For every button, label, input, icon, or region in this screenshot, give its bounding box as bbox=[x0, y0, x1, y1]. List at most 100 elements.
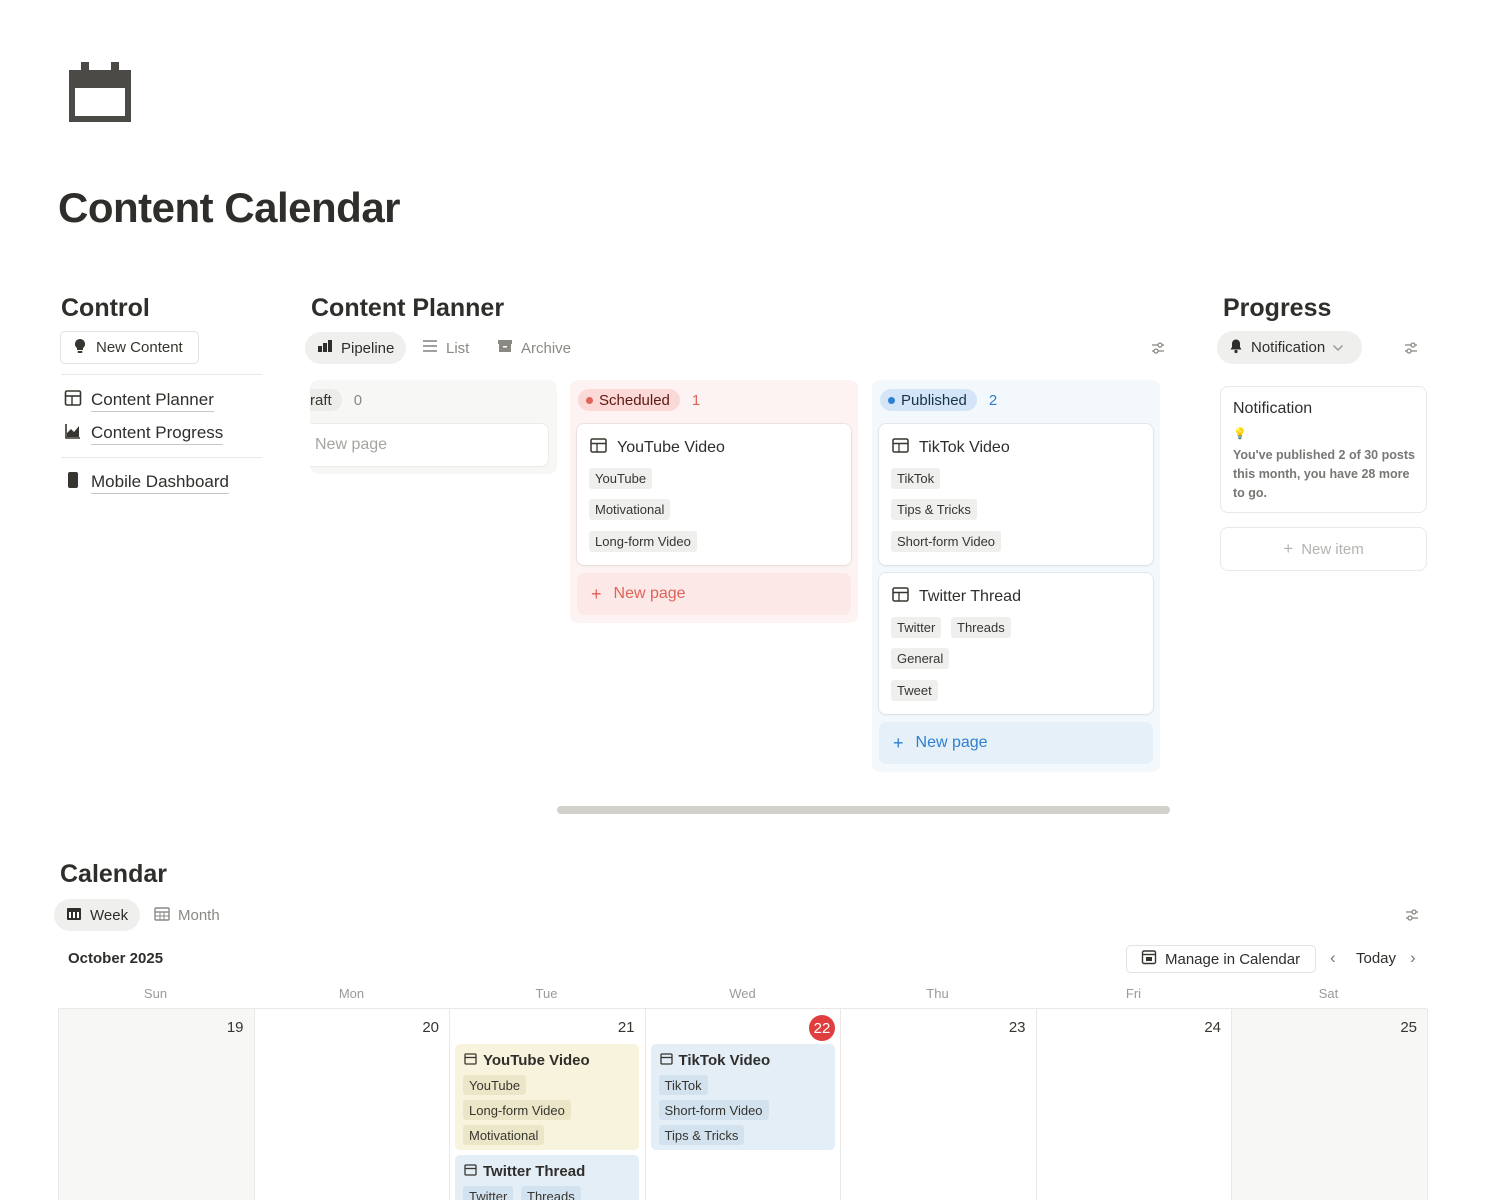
dow-thu: Thu bbox=[926, 986, 949, 1001]
scheduled-status-pill[interactable]: Scheduled bbox=[578, 389, 680, 411]
card-title: Twitter Thread bbox=[919, 588, 1021, 605]
week-grid: 19 20 21 YouTube Video YouTube Long-form… bbox=[58, 1008, 1428, 1200]
published-status-label: Published bbox=[901, 391, 967, 409]
calendar-heading: Calendar bbox=[60, 860, 167, 888]
page-icon bbox=[464, 1163, 477, 1180]
day-cell-mon[interactable]: 20 bbox=[255, 1009, 450, 1200]
list-icon bbox=[422, 339, 438, 357]
tab-archive[interactable]: Archive bbox=[485, 332, 583, 364]
progress-settings-icon[interactable] bbox=[1403, 340, 1419, 361]
dow-fri: Fri bbox=[1125, 986, 1142, 1001]
content-planner-heading: Content Planner bbox=[311, 294, 505, 322]
draft-status-label: raft bbox=[310, 391, 332, 409]
published-new-page-label: New page bbox=[915, 734, 988, 751]
calendar-event-tiktok-video[interactable]: TikTok Video TikTok Short-form Video Tip… bbox=[650, 1044, 835, 1150]
calendar-week-icon bbox=[66, 906, 82, 925]
day-number: 25 bbox=[1400, 1019, 1417, 1036]
published-new-page[interactable]: + New page bbox=[879, 722, 1153, 764]
calendar-app-icon bbox=[1141, 949, 1157, 969]
planner-settings-icon[interactable] bbox=[1150, 340, 1166, 361]
tag: Twitter bbox=[463, 1186, 514, 1200]
tag: TikTok bbox=[891, 468, 941, 489]
tag: Long-form Video bbox=[589, 531, 697, 552]
tag: Tweet bbox=[891, 680, 938, 701]
calendar-icon bbox=[68, 62, 132, 122]
progress-heading: Progress bbox=[1223, 294, 1332, 322]
tab-month-label: Month bbox=[178, 906, 220, 924]
tab-week-label: Week bbox=[90, 906, 129, 924]
chevron-down-icon bbox=[1332, 339, 1344, 356]
bell-icon bbox=[1228, 338, 1244, 358]
chevron-left-icon[interactable]: ‹ bbox=[1330, 948, 1336, 968]
tab-week[interactable]: Week bbox=[54, 899, 141, 931]
tag: Motivational bbox=[589, 499, 671, 520]
board-card-twitter-thread[interactable]: Twitter Thread Twitter Threads General T… bbox=[879, 573, 1153, 714]
link-content-planner[interactable]: Content Planner bbox=[64, 389, 214, 412]
board-card-tiktok-video[interactable]: TikTok Video TikTok Tips & Tricks Short-… bbox=[879, 424, 1153, 565]
progress-view-dropdown[interactable]: Notification bbox=[1217, 331, 1362, 364]
new-content-label: New Content bbox=[96, 339, 183, 356]
scheduled-new-page[interactable]: + New page bbox=[577, 573, 851, 615]
dow-tue: Tue bbox=[535, 986, 558, 1001]
page-icon bbox=[892, 587, 909, 607]
tag: Tips & Tricks bbox=[658, 1125, 745, 1145]
tab-pipeline-label: Pipeline bbox=[341, 339, 395, 357]
tag: TikTok bbox=[658, 1075, 708, 1095]
day-cell-sat[interactable]: 25 bbox=[1232, 1009, 1428, 1200]
day-cell-wed[interactable]: 22 TikTok Video TikTok Short-form Video … bbox=[646, 1009, 841, 1200]
calendar-event-youtube-video[interactable]: YouTube Video YouTube Long-form Video Mo… bbox=[455, 1044, 639, 1150]
day-number: 23 bbox=[1008, 1019, 1026, 1036]
notification-body: You've published 2 of 30 posts this mont… bbox=[1233, 448, 1415, 500]
manage-in-calendar-label: Manage in Calendar bbox=[1165, 950, 1301, 968]
day-number: 19 bbox=[226, 1019, 244, 1036]
calendar-settings-icon[interactable] bbox=[1404, 907, 1420, 928]
tab-pipeline[interactable]: Pipeline bbox=[305, 332, 407, 364]
new-content-button[interactable]: New Content bbox=[60, 331, 199, 364]
link-content-progress[interactable]: Content Progress bbox=[64, 422, 224, 445]
today-button[interactable]: Today bbox=[1356, 950, 1396, 967]
board-column-published: Published 2 TikTok Video TikTok Tips & T… bbox=[872, 380, 1160, 772]
draft-status-pill[interactable]: raft bbox=[310, 389, 342, 411]
calendar-event-twitter-thread[interactable]: Twitter Thread Twitter Threads bbox=[455, 1155, 639, 1200]
board-card-youtube-video[interactable]: YouTube Video YouTube Motivational Long-… bbox=[577, 424, 851, 565]
notification-title: Notification bbox=[1233, 400, 1313, 417]
link-mobile-dashboard[interactable]: Mobile Dashboard bbox=[64, 471, 229, 494]
day-cell-fri[interactable]: 24 bbox=[1037, 1009, 1232, 1200]
chevron-right-icon[interactable]: › bbox=[1410, 948, 1416, 968]
draft-new-page-label: New page bbox=[315, 436, 388, 453]
page-icon bbox=[659, 1052, 673, 1069]
event-title: YouTube Video bbox=[483, 1052, 590, 1069]
published-status-pill[interactable]: Published bbox=[880, 389, 977, 411]
board-horizontal-scrollbar[interactable] bbox=[557, 806, 1170, 814]
tag: Short-form Video bbox=[891, 531, 1002, 552]
calendar-month-icon bbox=[154, 906, 170, 925]
day-cell-sun[interactable]: 19 bbox=[59, 1009, 255, 1200]
archive-icon bbox=[497, 339, 513, 357]
tag: YouTube bbox=[463, 1075, 527, 1095]
notification-card[interactable]: Notification 💡 You've published 2 of 30 … bbox=[1220, 386, 1427, 513]
new-item-button[interactable]: + New item bbox=[1220, 527, 1427, 571]
progress-view-label: Notification bbox=[1251, 339, 1326, 356]
manage-in-calendar-button[interactable]: Manage in Calendar bbox=[1126, 945, 1316, 973]
page-title: Content Calendar bbox=[58, 184, 401, 231]
tab-list[interactable]: List bbox=[410, 332, 481, 364]
card-title: TikTok Video bbox=[919, 439, 1010, 456]
link-content-progress-label: Content Progress bbox=[91, 423, 224, 445]
dow-sat: Sat bbox=[1318, 986, 1339, 1001]
day-cell-thu[interactable]: 23 bbox=[841, 1009, 1037, 1200]
lightbulb-icon bbox=[73, 338, 87, 358]
day-cell-tue[interactable]: 21 YouTube Video YouTube Long-form Video… bbox=[450, 1009, 646, 1200]
day-number: 24 bbox=[1204, 1019, 1221, 1036]
scheduled-status-label: Scheduled bbox=[599, 391, 670, 409]
tag: Threads bbox=[951, 617, 1011, 638]
tag: Twitter bbox=[891, 617, 942, 638]
draft-new-page[interactable]: New page bbox=[310, 424, 548, 466]
table-icon bbox=[64, 389, 82, 412]
draft-count: 0 bbox=[353, 391, 363, 409]
tag: YouTube bbox=[589, 468, 653, 489]
tab-month[interactable]: Month bbox=[142, 899, 232, 931]
tag: Threads bbox=[521, 1186, 581, 1200]
tag: Tips & Tricks bbox=[891, 499, 977, 520]
tab-list-label: List bbox=[446, 339, 470, 357]
plus-icon: + bbox=[1283, 539, 1294, 558]
